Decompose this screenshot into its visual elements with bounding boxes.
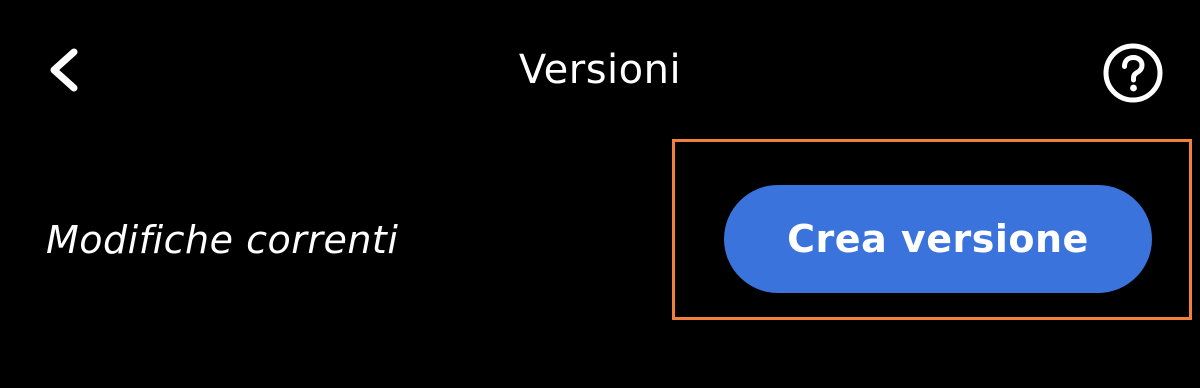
chevron-left-icon	[50, 48, 78, 92]
create-version-button[interactable]: Crea versione	[724, 185, 1152, 293]
page-title: Versioni	[518, 47, 682, 93]
versions-screen: Versioni Modifiche correnti Crea version…	[0, 0, 1200, 388]
question-circle-icon	[1103, 43, 1163, 103]
back-button[interactable]	[36, 42, 92, 98]
current-changes-label: Modifiche correnti	[46, 218, 399, 262]
top-bar: Versioni	[0, 0, 1200, 140]
help-button[interactable]	[1100, 40, 1166, 106]
